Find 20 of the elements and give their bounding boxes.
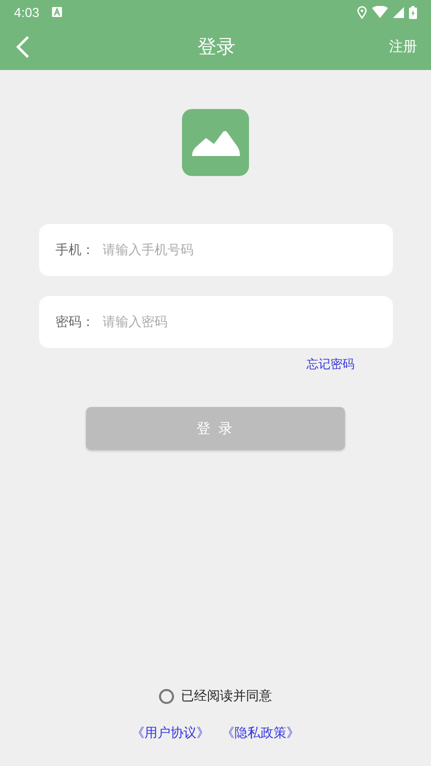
- input-field[interactable]: 手机： 请输入手机号码: [38, 224, 392, 276]
- field-label: 手机：: [56, 242, 94, 259]
- battery-icon: [409, 6, 417, 18]
- agreement-text: 已经阅读并同意: [181, 688, 272, 705]
- back-icon: [16, 35, 30, 59]
- notification-icon: [52, 7, 62, 17]
- policy-link[interactable]: 《隐私政策》: [222, 724, 300, 742]
- field-label: 密码：: [56, 314, 94, 331]
- input-field[interactable]: 密码： 请输入密码: [38, 296, 392, 348]
- policy-link[interactable]: 《用户协议》: [132, 724, 210, 742]
- wifi-icon: [372, 6, 388, 18]
- signal-icon: [393, 6, 404, 18]
- text-input[interactable]: 请输入密码: [100, 314, 392, 330]
- forgot-password-link[interactable]: 忘记密码: [306, 356, 354, 373]
- status-time: 4:03: [14, 4, 40, 20]
- mountain-icon: [192, 130, 240, 156]
- agree-checkbox[interactable]: [159, 688, 174, 704]
- location-icon: [357, 6, 367, 18]
- text-input[interactable]: 请输入手机号码: [100, 242, 392, 258]
- page-title: 登录: [196, 35, 236, 60]
